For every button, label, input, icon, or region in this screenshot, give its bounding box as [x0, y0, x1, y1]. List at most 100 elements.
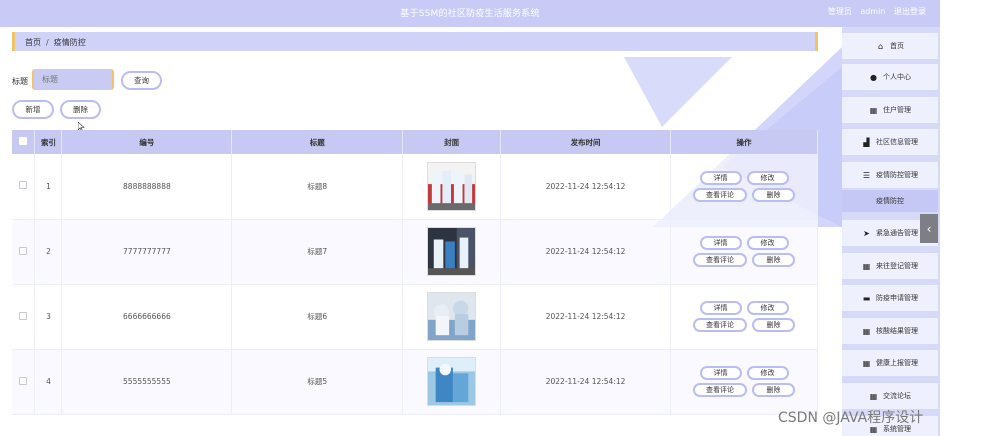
- column-header-index: 索引: [34, 130, 63, 154]
- row-delete-button[interactable]: 删除: [752, 383, 795, 397]
- sidebar-item-home[interactable]: ⌂ 首页: [842, 33, 938, 59]
- sidebar-item-epidemic-control[interactable]: ☰ 疫情防控管理: [842, 162, 938, 188]
- view-comments-button[interactable]: 查看评论: [693, 318, 747, 332]
- send-icon: ➤: [863, 228, 870, 238]
- top-bar: 基于SSM的社区防疫生活服务系统 管理员 admin 退出登录: [0, 0, 940, 27]
- detail-button[interactable]: 详情: [699, 236, 742, 250]
- view-comments-button[interactable]: 查看评论: [693, 253, 747, 267]
- sidebar-item-label: 个人中心: [883, 73, 911, 81]
- select-all-checkbox[interactable]: [12, 130, 36, 154]
- sidebar-item-label: 疫情防控管理: [876, 171, 918, 179]
- logout-link[interactable]: 退出登录: [894, 7, 926, 16]
- row-time: 2022-11-24 12:54:12: [500, 154, 671, 220]
- column-header-cover: 封面: [402, 130, 502, 154]
- app-window: 基于SSM的社区防疫生活服务系统 管理员 admin 退出登录 首页 / 疫情防控 …: [0, 0, 984, 436]
- chart-icon: ▟: [863, 137, 870, 147]
- row-checkbox[interactable]: [12, 154, 36, 220]
- cover-image: [427, 292, 477, 341]
- row-code: 5555555555: [61, 349, 233, 415]
- sidebar-item-residents[interactable]: ▦ 住户管理: [842, 97, 938, 123]
- chevron-left-icon: ‹: [926, 221, 932, 236]
- row-checkbox[interactable]: [12, 284, 36, 350]
- sidebar-item-profile[interactable]: ● 个人中心: [842, 64, 938, 90]
- sidebar-item-label: 住户管理: [883, 106, 911, 114]
- sidebar-item-label: 健康上报管理: [876, 359, 918, 367]
- edit-button[interactable]: 修改: [746, 236, 789, 250]
- page-margin: [940, 0, 984, 436]
- row-cover: [402, 219, 502, 285]
- search-input[interactable]: [32, 69, 114, 90]
- row-actions: 详情 修改 查看评论 删除: [670, 154, 818, 220]
- row-time: 2022-11-24 12:54:12: [500, 284, 671, 350]
- cover-image: [427, 161, 477, 211]
- collapse-sidebar-button[interactable]: ‹: [920, 214, 938, 243]
- column-header-code: 编号: [61, 130, 233, 154]
- sidebar-item-label: 交流论坛: [883, 392, 911, 400]
- table-row: 4 5555555555 标题5 2022-11-24 12:54:12 详情修…: [12, 349, 818, 415]
- breadcrumb-home[interactable]: 首页: [25, 38, 41, 47]
- query-button[interactable]: 查询: [121, 71, 162, 90]
- sidebar-item-label: 社区信息管理: [876, 138, 918, 146]
- edit-button[interactable]: 修改: [746, 170, 789, 185]
- table-row: 2 7777777777 标题7 2022-11-24 12:54:12 详情修…: [12, 219, 818, 285]
- data-table: 索引 编号 标题 封面 发布时间 操作 1 8888888888 标题8 202…: [12, 130, 818, 415]
- row-delete-button[interactable]: 删除: [752, 187, 795, 202]
- home-icon: ⌂: [877, 41, 884, 51]
- sidebar-item-community-info[interactable]: ▟ 社区信息管理: [842, 129, 938, 155]
- delete-button[interactable]: 删除: [60, 100, 101, 119]
- row-cover: [402, 284, 502, 350]
- sidebar-subitem-epidemic[interactable]: 疫情防控: [842, 190, 938, 212]
- row-title: 标题8: [231, 154, 404, 220]
- sidebar-item-test-results[interactable]: ▦ 核酸结果管理: [842, 318, 938, 344]
- sidebar-item-health-report[interactable]: ▦ 健康上报管理: [842, 350, 938, 376]
- sidebar-item-visitor-registration[interactable]: ▦ 来往登记管理: [842, 253, 938, 279]
- breadcrumb: 首页 / 疫情防控: [12, 32, 818, 51]
- row-cover: [402, 349, 502, 415]
- watermark: CSDN @JAVA程序设计: [778, 410, 924, 426]
- sidebar-item-label: 防疫申请管理: [876, 294, 918, 302]
- table-header-row: 索引 编号 标题 封面 发布时间 操作: [12, 130, 818, 154]
- grid-icon: ▦: [869, 105, 878, 115]
- sidebar-item-label: 核酸结果管理: [876, 327, 918, 335]
- search-label: 标题: [12, 77, 28, 86]
- user-role: 管理员: [827, 7, 852, 16]
- sidebar-item-label: 来往登记管理: [876, 262, 918, 270]
- app-title: 基于SSM的社区防疫生活服务系统: [400, 9, 540, 19]
- row-delete-button[interactable]: 删除: [752, 318, 795, 332]
- sidebar-item-prevention-application[interactable]: ▬ 防疫申请管理: [842, 285, 938, 311]
- breadcrumb-separator: /: [46, 38, 49, 47]
- sidebar-item-label: 紧急通告管理: [876, 229, 918, 237]
- detail-button[interactable]: 详情: [699, 170, 742, 185]
- row-checkbox[interactable]: [12, 219, 36, 285]
- add-button[interactable]: 新增: [12, 100, 54, 119]
- detail-button[interactable]: 详情: [699, 301, 742, 315]
- breadcrumb-current: 疫情防控: [53, 38, 86, 47]
- row-delete-button[interactable]: 删除: [752, 253, 795, 267]
- main-content: 首页 / 疫情防控 标题 查询 新增 删除 索引 编号 标题 封面 发布时间 操作: [0, 27, 842, 436]
- row-index: 2: [34, 219, 63, 285]
- column-header-actions: 操作: [670, 130, 818, 154]
- cover-image: [427, 227, 477, 276]
- detail-button[interactable]: 详情: [699, 366, 742, 380]
- sidebar-item-forum[interactable]: ▦ 交流论坛: [842, 383, 938, 409]
- grid-icon: ▦: [862, 358, 871, 368]
- row-index: 1: [34, 154, 63, 220]
- row-checkbox[interactable]: [12, 349, 36, 415]
- row-index: 3: [34, 284, 63, 350]
- column-header-time: 发布时间: [500, 130, 671, 154]
- grid-icon: ▦: [862, 261, 871, 271]
- list-icon: ☰: [862, 170, 871, 180]
- column-header-title: 标题: [231, 130, 404, 154]
- row-title: 标题7: [231, 219, 404, 285]
- grid-icon: ▦: [869, 391, 878, 401]
- cover-image: [427, 357, 477, 406]
- card-icon: ▬: [862, 293, 871, 303]
- edit-button[interactable]: 修改: [746, 366, 789, 380]
- row-code: 7777777777: [61, 219, 233, 285]
- view-comments-button[interactable]: 查看评论: [693, 383, 747, 397]
- view-comments-button[interactable]: 查看评论: [693, 187, 747, 202]
- row-cover: [402, 154, 502, 220]
- row-actions: 详情 修改 查看评论 删除: [670, 284, 818, 350]
- table-row: 1 8888888888 标题8 2022-11-24 12:54:12 详情修…: [12, 154, 818, 220]
- edit-button[interactable]: 修改: [746, 301, 789, 315]
